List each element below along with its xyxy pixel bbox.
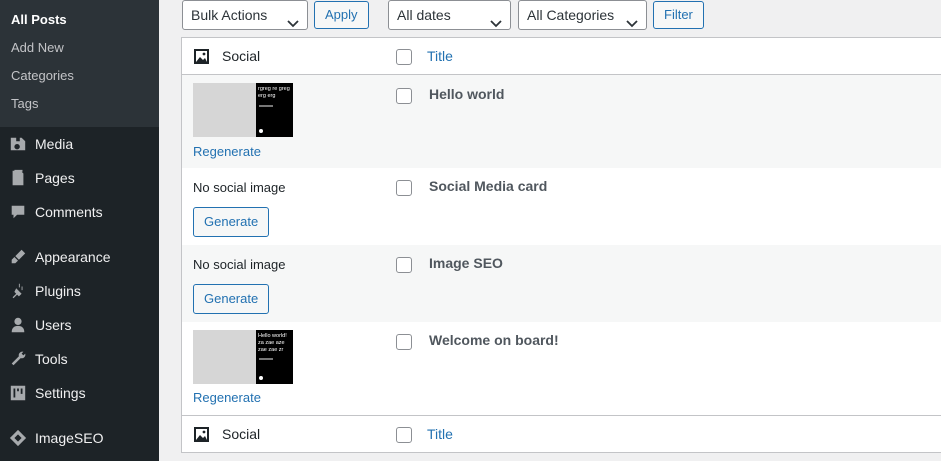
appearance-icon: [8, 247, 28, 267]
title-column-sort[interactable]: Title: [427, 48, 453, 64]
title-column-sort-footer[interactable]: Title: [427, 426, 453, 442]
table-row: rgreg re greg erg erg Regenerate Hello w…: [182, 75, 941, 168]
select-all-checkbox[interactable]: [396, 49, 412, 65]
sidebar-item-media[interactable]: Media: [0, 127, 159, 161]
dates-filter-value: All dates: [397, 7, 451, 23]
users-icon: [8, 315, 28, 335]
admin-sidebar: All Posts Add New Categories Tags Media …: [0, 0, 159, 461]
category-filter-select[interactable]: All Categories: [518, 0, 647, 30]
post-title-link[interactable]: Social Media card: [429, 178, 547, 194]
row-checkbox[interactable]: [396, 88, 412, 104]
thumbnail-card-dot: [259, 376, 263, 380]
sidebar-item-pages[interactable]: Pages: [0, 161, 159, 195]
chevron-down-icon: [287, 10, 299, 28]
sidebar-item-tools[interactable]: Tools: [0, 342, 159, 376]
sidebar-item-comments[interactable]: Comments: [0, 195, 159, 229]
thumbnail-card-line: [259, 105, 273, 107]
pages-icon: [8, 168, 28, 188]
row-checkbox[interactable]: [396, 334, 412, 350]
row-checkbox[interactable]: [396, 257, 412, 273]
sidebar-item-appearance[interactable]: Appearance: [0, 240, 159, 274]
chevron-down-icon: [490, 10, 502, 28]
thumbnail-image-area: [193, 330, 256, 384]
bulk-actions-select[interactable]: Bulk Actions: [182, 0, 308, 30]
submenu-add-new[interactable]: Add New: [0, 34, 159, 62]
table-row: Hello world! za zae aze zae zae zr Regen…: [182, 322, 941, 415]
thumbnail-card: Hello world! za zae aze zae zae zr: [256, 330, 293, 384]
filter-button[interactable]: Filter: [653, 1, 704, 29]
generate-button[interactable]: Generate: [193, 284, 270, 314]
dates-filter-select[interactable]: All dates: [388, 0, 511, 30]
bulk-actions-value: Bulk Actions: [191, 7, 268, 23]
post-title-link[interactable]: Hello world: [429, 86, 504, 102]
category-filter-value: All Categories: [527, 7, 615, 23]
table-footer: Social Title: [182, 415, 941, 452]
sidebar-item-label: Tools: [35, 351, 68, 367]
table-header: Social Title: [182, 38, 941, 75]
table-row: No social image Generate Image SEO: [182, 245, 941, 322]
submenu-tags[interactable]: Tags: [0, 90, 159, 118]
posts-submenu: All Posts Add New Categories Tags: [0, 0, 159, 127]
sidebar-item-label: Users: [35, 317, 72, 333]
plugins-icon: [8, 281, 28, 301]
regenerate-link[interactable]: Regenerate: [193, 390, 261, 405]
apply-button[interactable]: Apply: [314, 1, 369, 29]
table-row: No social image Generate Social Media ca…: [182, 168, 941, 245]
tools-icon: [8, 349, 28, 369]
thumbnail-card-text: Hello world! za zae aze zae zae zr: [258, 333, 287, 353]
sidebar-item-label: Appearance: [35, 249, 111, 265]
post-title-link[interactable]: Image SEO: [429, 255, 503, 271]
imageseo-icon: [8, 428, 28, 448]
social-column-label: Social: [222, 48, 261, 64]
posts-table: Social Title rgreg re greg erg erg Regen…: [181, 37, 941, 453]
social-column-label: Social: [222, 426, 261, 442]
sidebar-item-imageseo[interactable]: ImageSEO: [0, 421, 159, 455]
admin-menu: Media Pages Comments Appearance Plugins …: [0, 127, 159, 455]
image-icon: [194, 426, 209, 442]
thumbnail-card-text: rgreg re greg erg erg: [258, 86, 290, 99]
post-title-link[interactable]: Welcome on board!: [429, 332, 559, 348]
select-all-checkbox-footer[interactable]: [396, 427, 412, 443]
sidebar-item-users[interactable]: Users: [0, 308, 159, 342]
settings-icon: [8, 383, 28, 403]
sidebar-item-plugins[interactable]: Plugins: [0, 274, 159, 308]
thumbnail-card: rgreg re greg erg erg: [256, 83, 293, 137]
sidebar-item-label: Media: [35, 136, 74, 152]
sidebar-item-settings[interactable]: Settings: [0, 376, 159, 410]
comments-icon: [8, 202, 28, 222]
media-icon: [8, 134, 28, 154]
thumbnail-image-area: [193, 83, 256, 137]
chevron-down-icon: [626, 10, 638, 28]
sidebar-item-label: Settings: [35, 385, 86, 401]
row-checkbox[interactable]: [396, 180, 412, 196]
social-column-footer: Social: [193, 426, 260, 443]
sidebar-item-label: ImageSEO: [35, 430, 104, 446]
submenu-all-posts[interactable]: All Posts: [0, 6, 159, 34]
social-image-thumbnail: Hello world! za zae aze zae zae zr: [193, 330, 293, 384]
thumbnail-card-line: [259, 358, 273, 360]
tablenav-top: Bulk Actions Apply All dates All Categor…: [182, 0, 941, 30]
social-image-thumbnail: rgreg re greg erg erg: [193, 83, 293, 137]
thumbnail-card-dot: [259, 129, 263, 133]
sidebar-item-label: Pages: [35, 170, 75, 186]
image-icon: [194, 48, 209, 64]
no-social-image-text: No social image: [193, 180, 286, 195]
sidebar-item-label: Plugins: [35, 283, 81, 299]
no-social-image-text: No social image: [193, 257, 286, 272]
submenu-categories[interactable]: Categories: [0, 62, 159, 90]
sidebar-item-label: Comments: [35, 204, 103, 220]
social-column-header: Social: [193, 48, 260, 65]
generate-button[interactable]: Generate: [193, 207, 270, 237]
regenerate-link[interactable]: Regenerate: [193, 144, 261, 159]
